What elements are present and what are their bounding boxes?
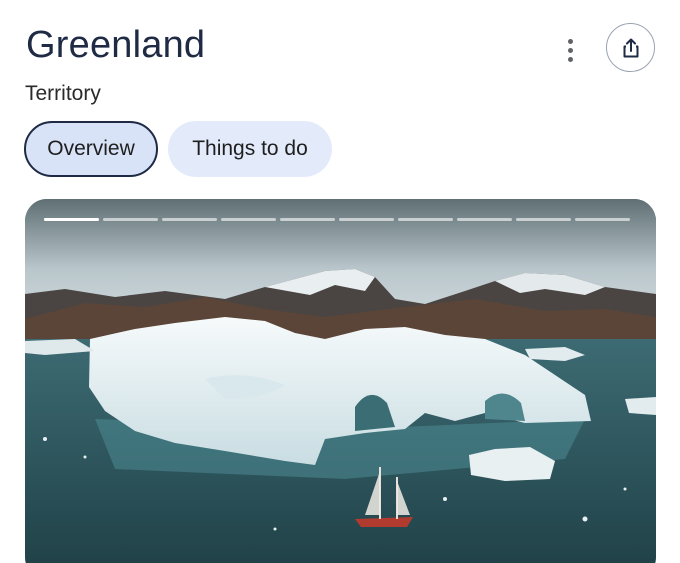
tab-bar: Overview Things to do xyxy=(24,121,332,177)
more-vert-icon-dot xyxy=(567,56,573,62)
page-subtitle: Territory xyxy=(25,82,101,105)
tab-overview[interactable]: Overview xyxy=(24,121,158,177)
progress-segment xyxy=(457,218,512,221)
more-vert-icon-dot xyxy=(567,47,573,53)
page-title: Greenland xyxy=(26,24,206,66)
progress-segment xyxy=(516,218,571,221)
progress-segment xyxy=(280,218,335,221)
hero-media[interactable] xyxy=(25,199,656,563)
progress-segment xyxy=(575,218,630,221)
story-progress xyxy=(44,218,630,221)
progress-segment xyxy=(339,218,394,221)
progress-segment xyxy=(221,218,276,221)
progress-segment xyxy=(398,218,453,221)
tab-things-to-do[interactable]: Things to do xyxy=(168,121,332,177)
share-icon xyxy=(623,38,638,57)
share-button[interactable] xyxy=(606,23,655,72)
more-vert-icon xyxy=(567,38,573,44)
progress-segment xyxy=(103,218,158,221)
more-options-button[interactable] xyxy=(556,34,584,66)
progress-segment xyxy=(44,218,99,221)
progress-segment xyxy=(162,218,217,221)
iceberg-photo xyxy=(25,199,656,563)
